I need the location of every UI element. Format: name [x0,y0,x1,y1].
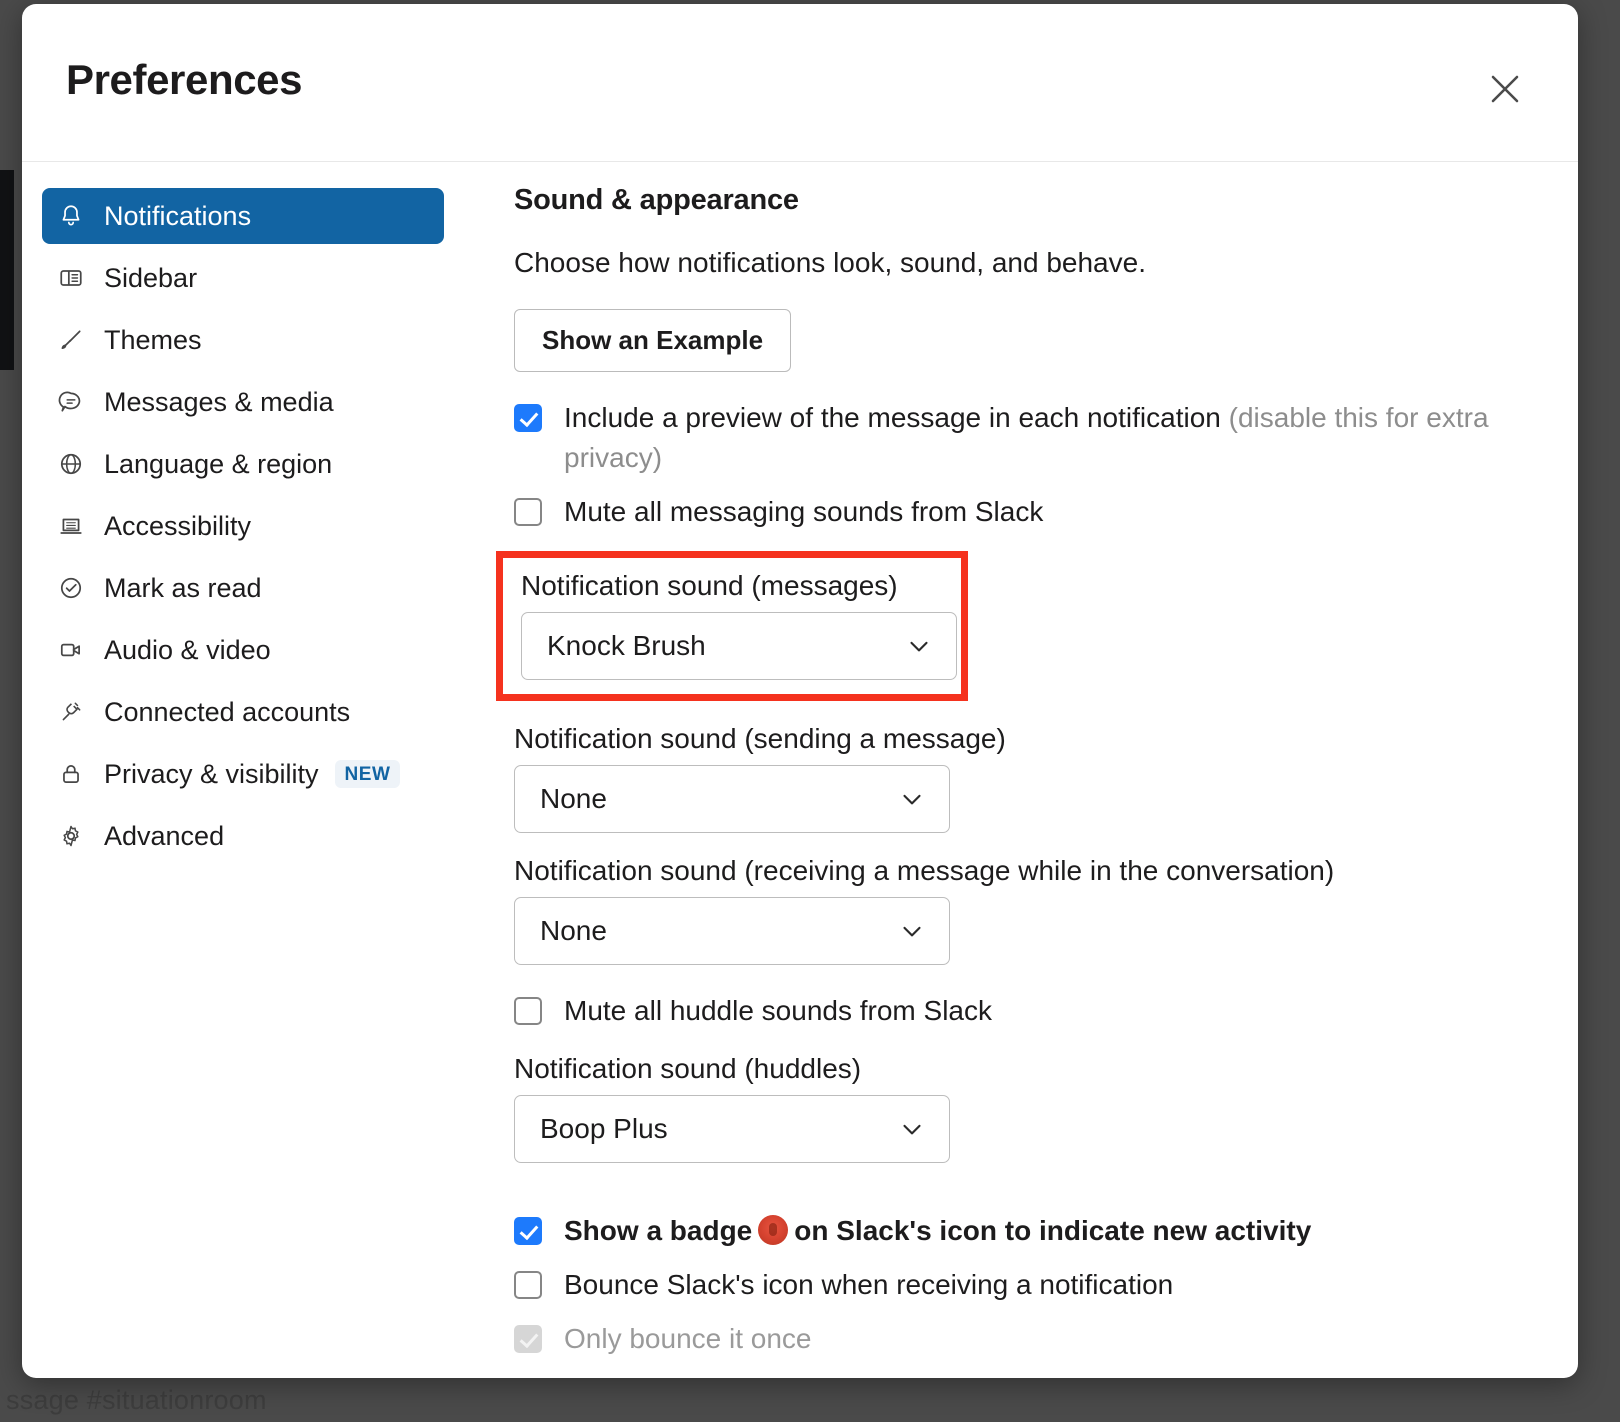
sidebar-item-sidebar[interactable]: Sidebar [42,250,444,306]
show-an-example-button[interactable]: Show an Example [514,309,792,372]
show-badge-text-after: on Slack's icon to indicate new activity [794,1215,1312,1246]
red-badge-icon [758,1215,789,1245]
sound-messages-label: Notification sound (messages) [521,570,898,602]
background-app-strip [0,170,14,370]
mute-huddle-checkbox[interactable] [514,997,542,1026]
sound-messages-select[interactable]: Knock Brush [521,612,957,681]
sidebar-item-privacy-visibility[interactable]: Privacy & visibility NEW [42,746,444,802]
sidebar-item-label: Advanced [104,820,225,851]
mute-huddle-label: Mute all huddle sounds from Slack [564,995,992,1027]
sound-sending-label: Notification sound (sending a message) [514,723,1006,755]
chevron-down-icon [897,1114,927,1144]
sidebar-item-accessibility[interactable]: Accessibility [42,498,444,554]
status-badge-new: NEW [334,760,401,788]
section-description: Choose how notifications look, sound, an… [514,247,1146,278]
chevron-down-icon [897,784,927,814]
show-badge-checkbox-row[interactable]: Show a badge on Slack's icon to indicate … [514,1211,1518,1251]
sound-huddles-select[interactable]: Boop Plus [514,1095,950,1163]
settings-sidebar: Notifications Sidebar Themes Messages & … [22,162,462,1378]
sound-receiving-label: Notification sound (receiving a message … [514,855,1335,887]
sidebar-item-label: Connected accounts [104,696,351,727]
bounce-once-checkbox [514,1324,542,1353]
sound-sending-select[interactable]: None [514,765,950,834]
check-circle-icon [58,575,88,601]
close-icon[interactable] [1482,66,1528,112]
sidebar-item-audio-video[interactable]: Audio & video [42,622,444,678]
sidebar-item-label: Audio & video [104,634,271,665]
chat-bubble-icon [58,389,88,415]
sidebar-item-label: Mark as read [104,572,262,603]
sidebar-item-label: Themes [104,324,202,355]
settings-content: Sound & appearance Choose how notificati… [462,162,1578,1378]
show-badge-text-before: Show a badge [564,1215,753,1246]
mute-messaging-checkbox[interactable] [514,497,542,526]
show-badge-label: Show a badge on Slack's icon to indicate … [564,1211,1311,1251]
sound-receiving-value: None [540,915,607,947]
lock-icon [58,761,88,787]
sound-receiving-select[interactable]: None [514,897,950,966]
sidebar-item-mark-as-read[interactable]: Mark as read [42,560,444,616]
sidebar-item-label: Notifications [104,200,252,231]
page-title: Preferences [66,56,303,103]
sidebar-item-connected-accounts[interactable]: Connected accounts [42,684,444,740]
sidebar-item-label: Privacy & visibility [104,758,319,789]
bell-icon [58,203,88,229]
sound-messages-value: Knock Brush [547,630,706,662]
sidebar-item-language-region[interactable]: Language & region [42,436,444,492]
dialog-header: Preferences [22,4,1578,162]
sound-huddles-label: Notification sound (huddles) [514,1053,862,1084]
sidebar-item-themes[interactable]: Themes [42,312,444,368]
bounce-icon-label: Bounce Slack's icon when receiving a not… [564,1268,1174,1300]
bounce-once-label: Only bounce it once [564,1322,812,1354]
include-preview-text: Include a preview of the message in each… [564,402,1221,433]
sidebar-item-notifications[interactable]: Notifications [42,188,444,244]
background-app-text: ssage #situationroom [6,1385,267,1415]
section-title: Sound & appearance [514,184,799,216]
globe-icon [58,451,88,477]
mute-huddle-checkbox-row[interactable]: Mute all huddle sounds from Slack [514,991,1518,1031]
include-preview-label: Include a preview of the message in each… [564,398,1518,478]
preferences-dialog: Preferences Notifications Sidebar Themes… [22,4,1578,1378]
sound-sending-value: None [540,783,607,815]
gear-icon [58,823,88,849]
show-badge-checkbox[interactable] [514,1217,542,1245]
plug-icon [58,699,88,725]
sound-huddles-value: Boop Plus [540,1113,668,1144]
sidebar-layout-icon [58,265,88,291]
sidebar-item-label: Language & region [104,448,333,479]
bounce-once-checkbox-row: Only bounce it once [514,1319,1518,1359]
chevron-down-icon [897,916,927,946]
highlight-annotation: Notification sound (messages) Knock Brus… [496,551,968,702]
sidebar-item-label: Accessibility [104,510,252,541]
sidebar-item-advanced[interactable]: Advanced [42,808,444,864]
mute-messaging-checkbox-row[interactable]: Mute all messaging sounds from Slack [514,492,1518,532]
include-preview-checkbox[interactable] [514,404,542,432]
preview-checkbox-row[interactable]: Include a preview of the message in each… [514,398,1518,478]
paintbrush-icon [58,327,88,353]
bounce-icon-checkbox-row[interactable]: Bounce Slack's icon when receiving a not… [514,1265,1518,1305]
sidebar-item-messages-media[interactable]: Messages & media [42,374,444,430]
bounce-icon-checkbox[interactable] [514,1270,542,1299]
sidebar-item-label: Sidebar [104,262,198,293]
laptop-icon [58,513,88,539]
sidebar-item-label: Messages & media [104,386,334,417]
video-camera-icon [58,637,88,663]
dialog-body: Notifications Sidebar Themes Messages & … [22,162,1578,1378]
chevron-down-icon [904,631,934,661]
mute-messaging-label: Mute all messaging sounds from Slack [564,495,1044,527]
